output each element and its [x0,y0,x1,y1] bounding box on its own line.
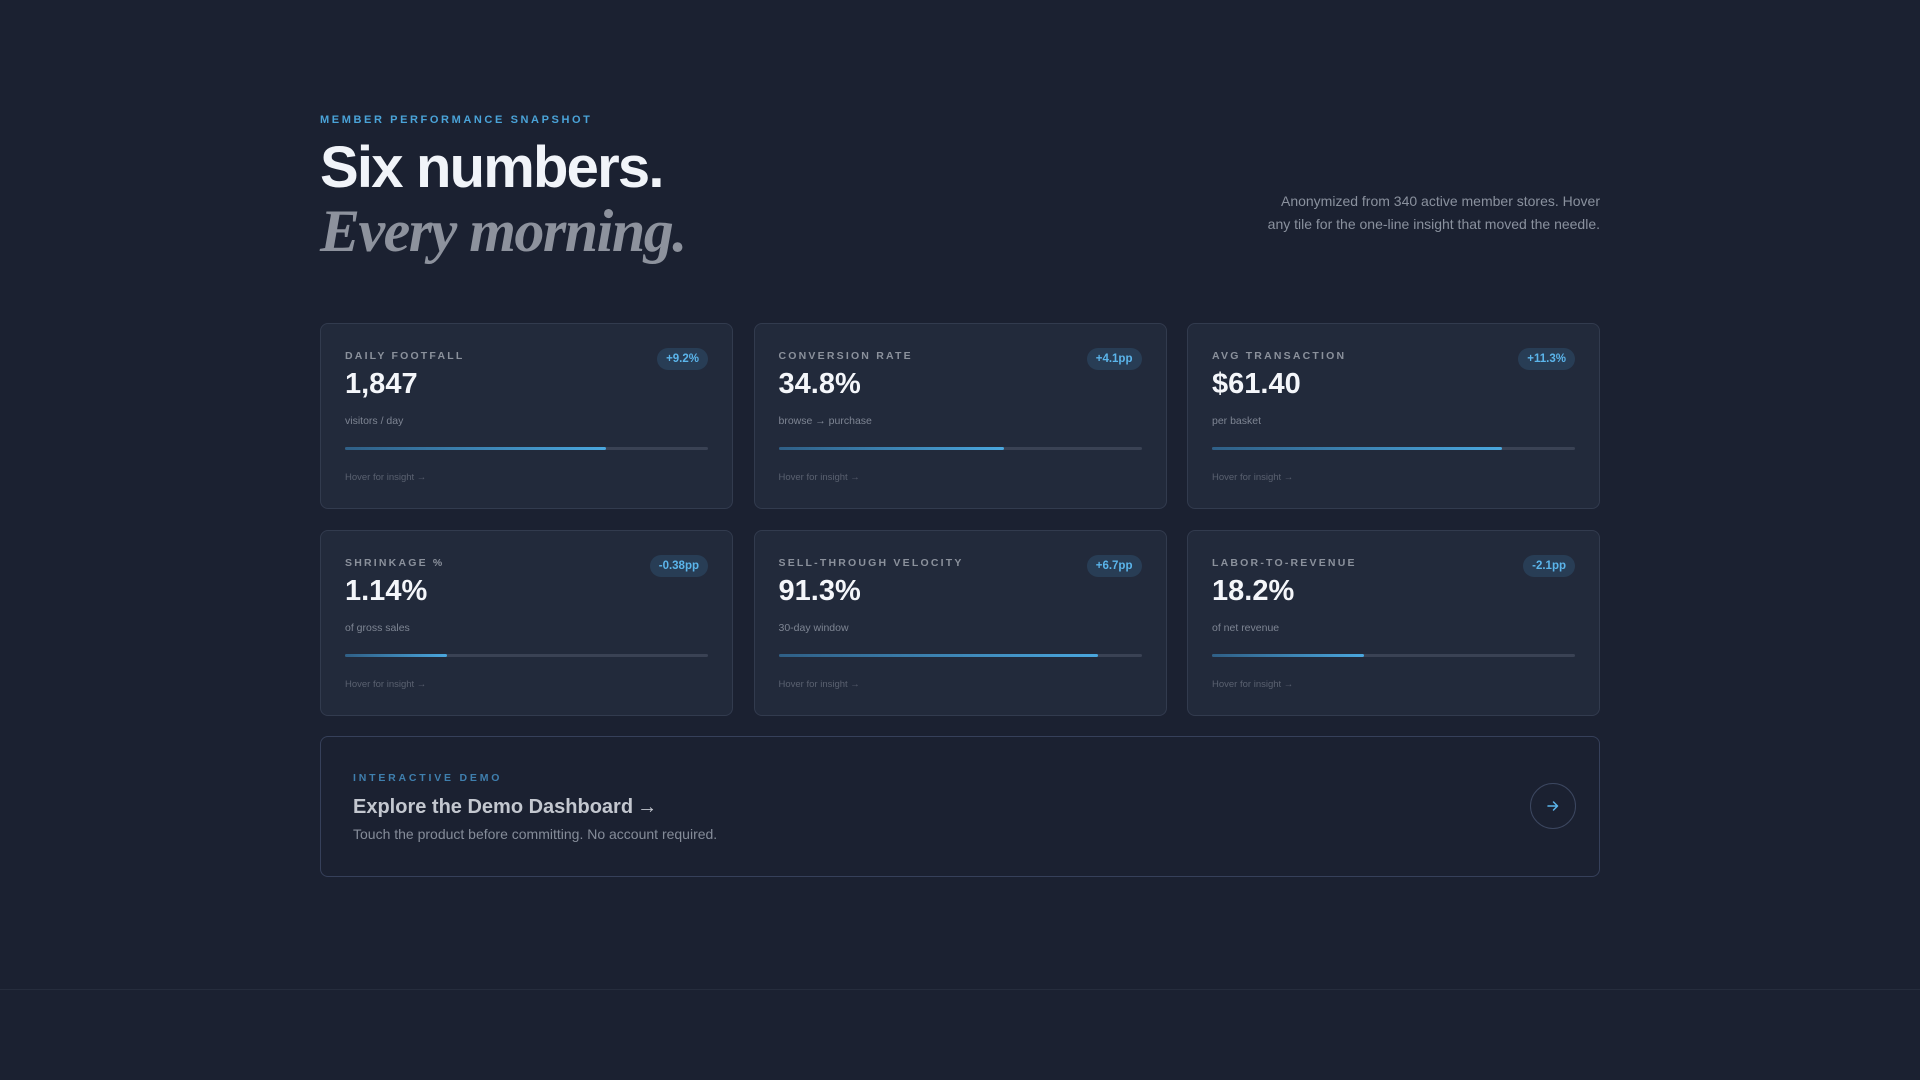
progress-fill [1212,654,1365,657]
metric-tile-conversion-rate[interactable]: CONVERSION RATE +4.1pp 34.8% browse → pu… [753,323,1167,509]
metric-label: LABOR-TO-REVENUE [1212,557,1357,569]
progress-fill [1212,447,1503,450]
metric-value: 1,847 [345,368,418,400]
metric-label: DAILY FOOTFALL [345,350,465,362]
metric-value: 34.8% [778,368,861,400]
progress-track [1212,654,1575,657]
page-title: Six numbers. [320,135,664,200]
metric-label: SELL-THROUGH VELOCITY [778,557,964,569]
section-eyebrow: MEMBER PERFORMANCE SNAPSHOT [320,114,593,126]
demo-eyebrow: INTERACTIVE DEMO [353,772,503,784]
progress-track [778,654,1142,657]
insight-hint: Hover for insight → [1212,472,1294,483]
footer-divider [0,989,1920,990]
metric-value: 18.2% [1212,575,1295,607]
progress-track [1212,447,1575,450]
metric-unit: browse → purchase [778,415,872,427]
metric-tile-labor-to-revenue[interactable]: LABOR-TO-REVENUE -2.1pp 18.2% of net rev… [1187,530,1600,716]
metric-unit: visitors / day [345,415,404,427]
metric-label: CONVERSION RATE [778,350,913,362]
metric-label: SHRINKAGE % [345,557,445,569]
page-subtitle: Every morning. [320,198,687,264]
metric-unit: 30-day window [778,622,849,634]
page: MEMBER PERFORMANCE SNAPSHOT Six numbers.… [0,0,1920,1080]
arrow-right-icon [1547,801,1559,811]
progress-track [345,654,708,657]
delta-badge: +9.2% [657,348,708,370]
metrics-grid: DAILY FOOTFALL +9.2% 1,847 visitors / da… [320,323,1600,716]
progress-fill [778,447,1004,450]
progress-track [345,447,708,450]
progress-fill [778,654,1098,657]
insight-hint: Hover for insight → [345,472,427,483]
metric-value: $61.40 [1212,368,1301,400]
metric-tile-daily-footfall[interactable]: DAILY FOOTFALL +9.2% 1,847 visitors / da… [320,323,733,509]
delta-badge: +4.1pp [1086,348,1142,370]
demo-subtitle: Touch the product before committing. No … [353,826,718,842]
delta-badge: -2.1pp [1523,555,1575,577]
demo-title-link[interactable]: Explore the Demo Dashboard → [353,793,657,821]
demo-open-button[interactable] [1530,783,1576,829]
delta-badge: -0.38pp [649,555,708,577]
metric-tile-avg-transaction[interactable]: AVG TRANSACTION +11.3% $61.40 per basket… [1187,323,1600,509]
insight-hint: Hover for insight → [778,679,860,690]
intro-text: Anonymized from 340 active member stores… [1267,193,1600,232]
progress-fill [345,654,447,657]
demo-card[interactable]: INTERACTIVE DEMO Explore the Demo Dashbo… [320,736,1600,877]
insight-hint: Hover for insight → [1212,679,1294,690]
delta-badge: +11.3% [1518,348,1575,370]
metric-tile-sell-through-velocity[interactable]: SELL-THROUGH VELOCITY +6.7pp 91.3% 30-da… [753,530,1167,716]
metric-tile-shrinkage[interactable]: SHRINKAGE % -0.38pp 1.14% of gross sales… [320,530,733,716]
insight-hint: Hover for insight → [345,679,427,690]
progress-fill [345,447,607,450]
delta-badge: +6.7pp [1086,555,1142,577]
progress-track [778,447,1142,450]
arrow-right-icon: → [637,796,658,818]
metric-value: 1.14% [345,575,428,607]
insight-hint: Hover for insight → [778,472,860,483]
metric-unit: of gross sales [345,622,410,634]
metric-unit: per basket [1212,415,1262,427]
metric-label: AVG TRANSACTION [1212,350,1347,362]
metric-unit: of net revenue [1212,622,1280,634]
metric-value: 91.3% [778,575,861,607]
demo-title-text: Explore the Demo Dashboard [353,796,634,818]
